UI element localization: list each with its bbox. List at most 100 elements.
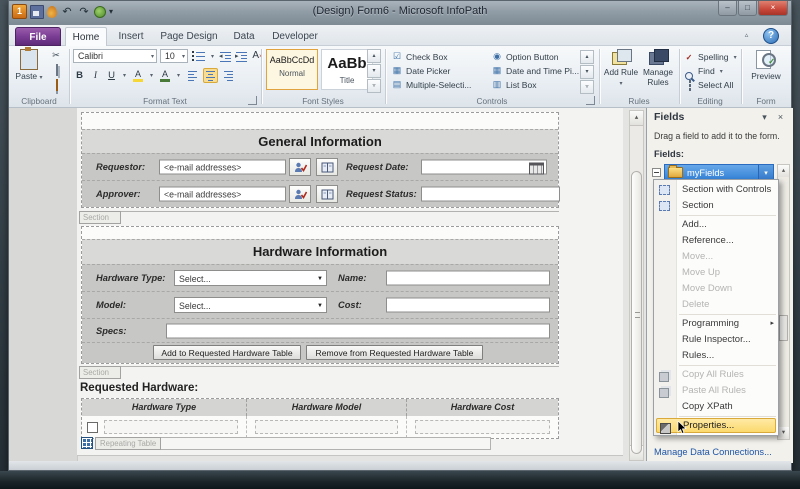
menu-item-add[interactable]: Add... — [654, 217, 778, 233]
more-styles-icon[interactable]: ▿ — [367, 79, 381, 93]
add-rule-button[interactable]: Add Rule ▾ — [603, 48, 639, 94]
pane-close-icon[interactable]: × — [774, 111, 787, 124]
tab-insert[interactable]: Insert — [109, 27, 153, 46]
more-controls-icon[interactable]: ▿ — [580, 80, 594, 94]
maximize-button[interactable]: □ — [738, 1, 757, 16]
align-right-icon[interactable] — [221, 68, 236, 83]
control-date-time-picker[interactable]: ▦ Date and Time Pi... — [491, 64, 583, 77]
scroll-up-icon[interactable]: ▴ — [367, 49, 381, 63]
table-cell[interactable] — [407, 416, 558, 438]
tab-page-design[interactable]: Page Design — [155, 27, 223, 46]
tab-data[interactable]: Data — [225, 27, 263, 46]
pane-menu-icon[interactable]: ▾ — [758, 111, 771, 124]
approver-email-field[interactable]: <e-mail addresses> — [159, 186, 286, 202]
close-button[interactable]: × — [758, 1, 788, 16]
quick-launch-icon[interactable] — [47, 5, 57, 18]
scroll-down-icon[interactable]: ▾ — [580, 65, 594, 79]
requested-hardware-table[interactable]: Hardware Type Hardware Model Hardware Co… — [81, 398, 559, 439]
font-name-select[interactable]: Calibri ▾ — [73, 49, 157, 63]
control-option-button[interactable]: ◉ Option Button — [491, 50, 583, 63]
hardware-information-section[interactable]: Hardware Information Hardware Type: Sele… — [81, 226, 559, 364]
tab-home[interactable]: Home — [65, 27, 107, 47]
menu-item-programming[interactable]: Programming ▸ — [654, 316, 778, 332]
repeating-table-tab[interactable]: Repeating Table — [81, 437, 492, 450]
bullets-icon[interactable] — [191, 50, 206, 63]
scroll-down-icon[interactable]: ▾ — [778, 427, 789, 439]
cost-field[interactable] — [386, 297, 550, 313]
underline-button[interactable]: U — [105, 69, 118, 83]
row-checkbox[interactable] — [87, 422, 98, 433]
italic-button[interactable]: I — [89, 69, 102, 83]
section-tab[interactable]: Section — [79, 211, 559, 224]
spelling-button[interactable]: ✓ Spelling ▾ — [683, 50, 739, 64]
select-all-button[interactable]: Select All — [683, 78, 733, 92]
underline-dropdown-icon[interactable]: ▾ — [121, 72, 128, 79]
table-cell[interactable] — [247, 416, 407, 438]
menu-item-properties[interactable]: Properties... — [656, 418, 776, 434]
check-names-button[interactable] — [289, 185, 311, 203]
cell-field[interactable] — [415, 420, 550, 434]
table-cell[interactable] — [82, 416, 247, 438]
pin-icon[interactable] — [94, 5, 106, 18]
request-date-field[interactable] — [421, 159, 547, 175]
menu-item-copy-xpath[interactable]: Copy XPath — [654, 399, 778, 415]
name-field[interactable] — [386, 270, 550, 286]
hardware-type-select[interactable]: Select... ▼ — [174, 270, 327, 286]
align-left-icon[interactable] — [185, 68, 200, 83]
increase-indent-icon[interactable]: ▸ — [235, 50, 248, 63]
help-icon[interactable]: ? — [763, 28, 779, 44]
model-select[interactable]: Select... ▼ — [174, 297, 327, 313]
find-button[interactable]: Find ▾ — [683, 64, 725, 80]
font-size-select[interactable]: 10 ▾ — [160, 49, 188, 63]
control-check-box[interactable]: ☑ Check Box — [391, 50, 487, 63]
redo-icon[interactable]: ↷ — [77, 5, 91, 19]
format-painter-icon[interactable] — [49, 79, 63, 92]
align-center-icon[interactable] — [203, 68, 218, 83]
cell-field[interactable] — [255, 420, 398, 434]
request-status-field[interactable] — [421, 186, 560, 202]
style-title[interactable]: AaBb Title — [321, 49, 373, 90]
infopath-app-icon[interactable]: 1 — [12, 4, 27, 19]
control-date-picker[interactable]: ▦ Date Picker — [391, 64, 487, 77]
control-multiple-selection[interactable]: ▤ Multiple-Selecti... — [391, 78, 487, 91]
manage-rules-button[interactable]: Manage Rules — [640, 48, 676, 94]
cut-icon[interactable]: ✂ — [49, 49, 63, 62]
menu-item-reference[interactable]: Reference... — [654, 233, 778, 249]
form-page[interactable]: General Information Requestor: <e-mail a… — [77, 108, 623, 456]
address-book-button[interactable] — [316, 185, 338, 203]
scrollbar-thumb[interactable] — [779, 315, 788, 341]
scroll-up-icon[interactable]: ▴ — [778, 165, 789, 177]
font-color-icon[interactable]: A — [158, 69, 172, 83]
canvas-scrollbar[interactable]: ▴ ▾ — [629, 110, 644, 461]
minimize-ribbon-icon[interactable]: ▵ — [740, 30, 753, 42]
menu-item-section-with-controls[interactable]: Section with Controls — [654, 182, 778, 198]
section-tab[interactable]: Section — [79, 366, 559, 379]
copy-icon[interactable] — [49, 64, 63, 77]
menu-item-rules[interactable]: Rules... — [654, 348, 778, 364]
specs-field[interactable] — [166, 323, 550, 338]
font-color-dropdown-icon[interactable]: ▾ — [175, 72, 182, 79]
control-list-box[interactable]: ▥ List Box — [491, 78, 583, 91]
decrease-indent-icon[interactable]: ◂ — [219, 50, 232, 63]
tree-expand-icon[interactable] — [652, 168, 661, 177]
add-to-requested-hardware-button[interactable]: Add to Requested Hardware Table — [153, 345, 301, 360]
requestor-email-field[interactable]: <e-mail addresses> — [159, 159, 286, 175]
style-normal[interactable]: AaBbCcDd Normal — [266, 49, 318, 90]
bold-button[interactable]: B — [73, 69, 86, 83]
paste-button[interactable]: Paste ▾ — [14, 47, 44, 95]
preview-button[interactable]: ✓ Preview — [747, 48, 785, 94]
undo-icon[interactable]: ↶ — [60, 5, 74, 19]
minimize-button[interactable]: – — [718, 1, 737, 16]
address-book-button[interactable] — [316, 158, 338, 176]
customize-quick-access-icon[interactable]: ▾ — [109, 7, 113, 16]
tab-developer[interactable]: Developer — [265, 27, 325, 46]
scrollbar-thumb[interactable] — [631, 171, 642, 454]
highlight-color-icon[interactable]: A — [131, 69, 145, 83]
scroll-up-icon[interactable]: ▴ — [580, 50, 594, 64]
scroll-down-icon[interactable]: ▾ — [367, 64, 381, 78]
menu-item-section[interactable]: Section — [654, 198, 778, 214]
general-information-section[interactable]: General Information Requestor: <e-mail a… — [81, 112, 560, 208]
bullets-dropdown-icon[interactable]: ▾ — [209, 53, 216, 60]
cell-field[interactable] — [104, 420, 238, 434]
menu-item-rule-inspector[interactable]: Rule Inspector... — [654, 332, 778, 348]
